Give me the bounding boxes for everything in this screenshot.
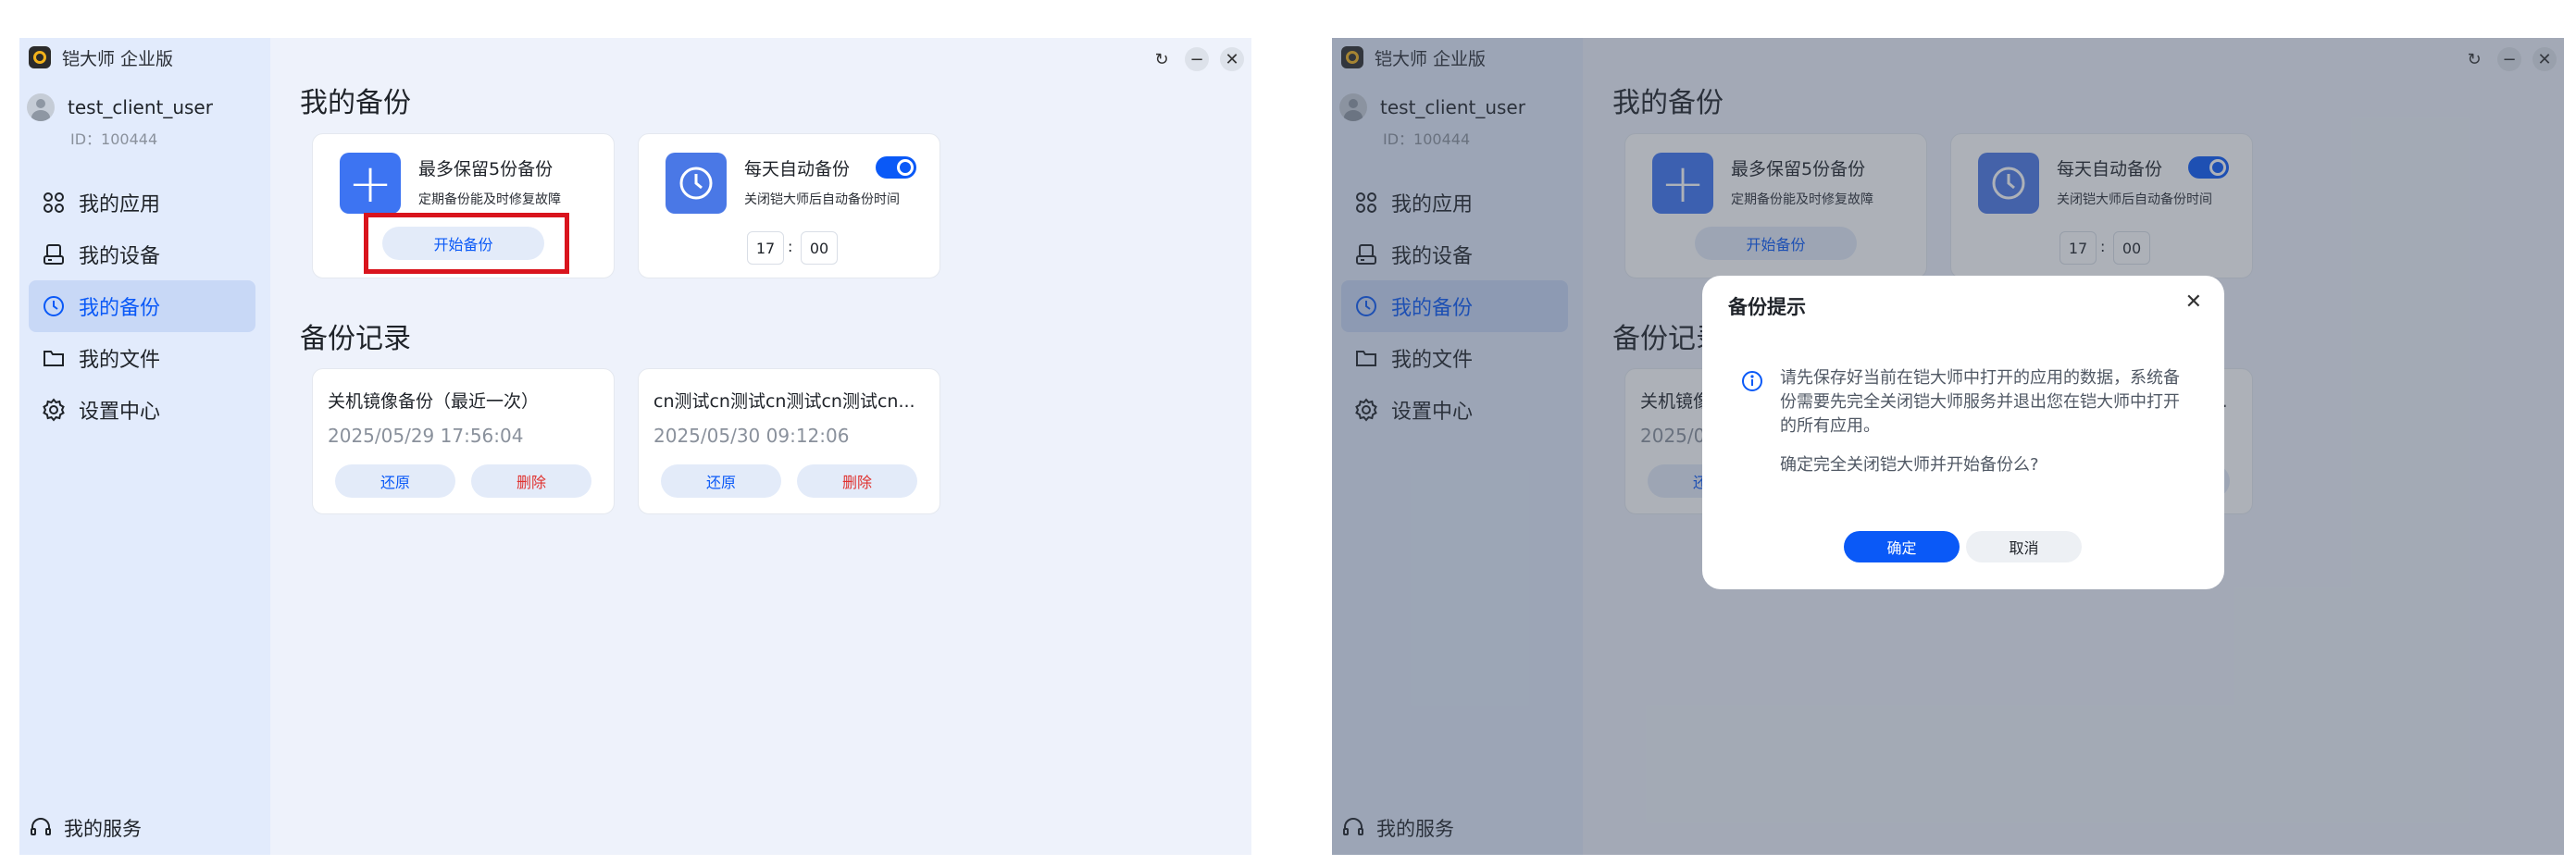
close-button[interactable]: ✕ xyxy=(1220,47,1244,71)
sidebar-item-label: 我的设备 xyxy=(79,245,161,268)
manual-backup-subtitle: 定期备份能及时修复故障 xyxy=(418,192,561,207)
auto-backup-title: 每天自动备份 xyxy=(744,159,851,179)
record-title: cn测试cn测试cn测试cn测试cn... xyxy=(653,391,915,412)
sidebar: 铠大师 企业版 test_client_user ID：100444 我的应用 … xyxy=(19,38,270,855)
sidebar-item-devices[interactable]: 我的设备 xyxy=(29,229,255,280)
sidebar-item-backup[interactable]: 我的备份 xyxy=(29,280,255,332)
confirm-button[interactable]: 确定 xyxy=(1844,531,1960,562)
delete-button[interactable]: 删除 xyxy=(797,464,917,498)
refresh-icon[interactable]: ↻ xyxy=(1150,47,1174,71)
schedule-clock-icon xyxy=(666,153,727,214)
delete-button[interactable]: 删除 xyxy=(471,464,591,498)
app-window-dialog: 铠大师 企业版 test_client_user ID：100444 我的应用 … xyxy=(1332,38,2564,855)
minimize-button[interactable]: − xyxy=(1185,47,1209,71)
avatar xyxy=(27,93,55,121)
device-icon xyxy=(42,242,66,266)
window-controls: ↻ − ✕ xyxy=(1150,47,1244,71)
sidebar-item-settings[interactable]: 设置中心 xyxy=(29,384,255,436)
headset-icon xyxy=(29,816,53,840)
sidebar-item-label: 我的备份 xyxy=(79,297,161,320)
gear-icon xyxy=(42,398,66,422)
user-profile: test_client_user ID：100444 xyxy=(27,93,213,149)
folder-icon xyxy=(42,346,66,370)
auto-backup-subtitle: 关闭铠大师后自动备份时间 xyxy=(744,192,900,207)
sidebar-item-files[interactable]: 我的文件 xyxy=(29,332,255,384)
dialog-close-icon[interactable]: ✕ xyxy=(2185,290,2202,314)
dialog-message: 请先保存好当前在铠大师中打开的应用的数据，系统备份需要先完全关闭铠大师服务并退出… xyxy=(1780,368,2180,436)
app-logo-icon xyxy=(29,46,51,68)
service-label: 我的服务 xyxy=(64,818,142,840)
backup-record-card: 关机镜像备份（最近一次） 2025/05/29 17:56:04 还原 删除 xyxy=(312,368,615,514)
sidebar-item-apps[interactable]: 我的应用 xyxy=(29,177,255,229)
dialog-confirm-question: 确定完全关闭铠大师并开始备份么? xyxy=(1780,455,2039,475)
user-name: test_client_user xyxy=(68,96,213,118)
auto-backup-toggle[interactable] xyxy=(876,156,916,179)
brand: 铠大师 企业版 xyxy=(29,45,173,69)
time-separator: : xyxy=(788,238,793,255)
backup-clock-icon xyxy=(42,294,66,318)
record-time: 2025/05/29 17:56:04 xyxy=(328,425,524,447)
app-window-main: 铠大师 企业版 test_client_user ID：100444 我的应用 … xyxy=(19,38,1251,855)
record-title: 关机镜像备份（最近一次） xyxy=(328,391,540,412)
cancel-button[interactable]: 取消 xyxy=(1966,531,2082,562)
backup-confirm-dialog: 备份提示 ✕ 请先保存好当前在铠大师中打开的应用的数据，系统备份需要先完全关闭铠… xyxy=(1702,276,2224,589)
sidebar-item-service[interactable]: 我的服务 xyxy=(29,814,142,842)
dialog-title: 备份提示 xyxy=(1728,296,1806,318)
sidebar-item-label: 我的文件 xyxy=(79,349,161,372)
add-icon: + xyxy=(340,153,401,214)
highlight-box xyxy=(364,213,569,274)
hour-input[interactable]: 17 xyxy=(747,231,784,265)
main-content: ↻ − ✕ 我的备份 + 最多保留5份备份 定期备份能及时修复故障 开始备份 每… xyxy=(270,38,1251,855)
user-id: ID：100444 xyxy=(70,130,158,148)
info-icon xyxy=(1742,371,1762,391)
restore-button[interactable]: 还原 xyxy=(661,464,781,498)
apps-icon xyxy=(42,191,66,215)
records-section-title: 备份记录 xyxy=(300,323,411,355)
app-title: 铠大师 企业版 xyxy=(62,48,174,69)
sidebar-item-label: 设置中心 xyxy=(79,401,161,424)
sidebar-nav: 我的应用 我的设备 我的备份 我的文件 设置中心 xyxy=(29,177,255,436)
restore-button[interactable]: 还原 xyxy=(335,464,455,498)
backup-record-card: cn测试cn测试cn测试cn测试cn... 2025/05/30 09:12:0… xyxy=(638,368,940,514)
record-time: 2025/05/30 09:12:06 xyxy=(653,425,850,447)
sidebar-item-label: 我的应用 xyxy=(79,193,161,216)
backup-section-title: 我的备份 xyxy=(300,87,411,119)
manual-backup-title: 最多保留5份备份 xyxy=(418,159,554,179)
minute-input[interactable]: 00 xyxy=(801,231,838,265)
auto-backup-card: 每天自动备份 关闭铠大师后自动备份时间 17 : 00 xyxy=(638,133,940,278)
